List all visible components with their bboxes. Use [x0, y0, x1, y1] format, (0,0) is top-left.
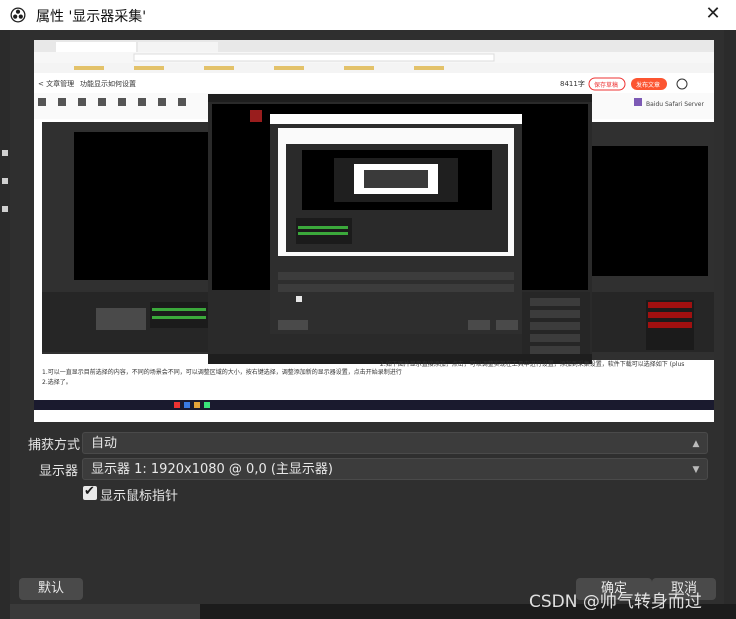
background-marker	[2, 178, 8, 184]
capture-method-select[interactable]: 自动 ▲	[82, 432, 708, 454]
preview-save-draft: 保存草稿	[594, 81, 618, 89]
obs-app-icon	[10, 7, 26, 23]
capture-method-label: 捕获方式	[28, 438, 81, 453]
updown-arrow-icon: ▼	[692, 465, 700, 475]
capture-method-value: 自动	[91, 436, 118, 451]
window-title: 属性 '显示器采集'	[36, 9, 147, 25]
display-label: 显示器	[39, 464, 79, 479]
preview-back-link: < 文章管理	[38, 79, 74, 88]
preview-doc-title: 功能显示如何设置	[80, 79, 136, 88]
preview-doc-line-3: 2.选择了。	[42, 378, 72, 386]
preview-inner-window-label: Baidu Safari Server	[646, 101, 705, 108]
close-icon[interactable]: ✕	[702, 3, 724, 25]
show-cursor-checkbox[interactable]: ✔	[83, 484, 97, 500]
preview-doc-line-1: 1.可以一直显示目前选择的内容，不同的场景会不同，可以调整区域的大小，按右键选择…	[42, 368, 402, 376]
display-select[interactable]: 显示器 1: 1920x1080 @ 0,0 (主显示器) ▼	[82, 458, 708, 480]
background-marker	[2, 206, 8, 212]
background-left-strip	[0, 30, 10, 619]
preview-screenshot: < 文章管理 功能显示如何设置 8411字 保存草稿 发布文章 Baidu Sa…	[34, 40, 714, 422]
background-right-strip	[724, 30, 736, 619]
checkmark-icon: ✔	[84, 484, 95, 499]
background-marker	[2, 150, 8, 156]
window-titlebar: 属性 '显示器采集' ✕	[0, 0, 736, 31]
defaults-button[interactable]: 默认	[19, 578, 83, 600]
preview-doc-line-2: 2.如下图片显示直接添加，点击，可以调整实现在工具中进行设置，添加到采集设置，软…	[380, 360, 684, 368]
show-cursor-label: 显示鼠标指针	[100, 489, 179, 504]
properties-dialog: < 文章管理 功能显示如何设置 8411字 保存草稿 发布文章 Baidu Sa…	[10, 30, 724, 604]
display-value: 显示器 1: 1920x1080 @ 0,0 (主显示器)	[91, 462, 333, 477]
updown-arrow-icon: ▲	[692, 439, 700, 449]
preview-publish: 发布文章	[636, 81, 660, 89]
capture-preview: < 文章管理 功能显示如何设置 8411字 保存草稿 发布文章 Baidu Sa…	[34, 40, 714, 422]
preview-word-count: 8411字	[560, 79, 585, 88]
csdn-watermark: CSDN @帅气转身而过	[529, 592, 702, 612]
